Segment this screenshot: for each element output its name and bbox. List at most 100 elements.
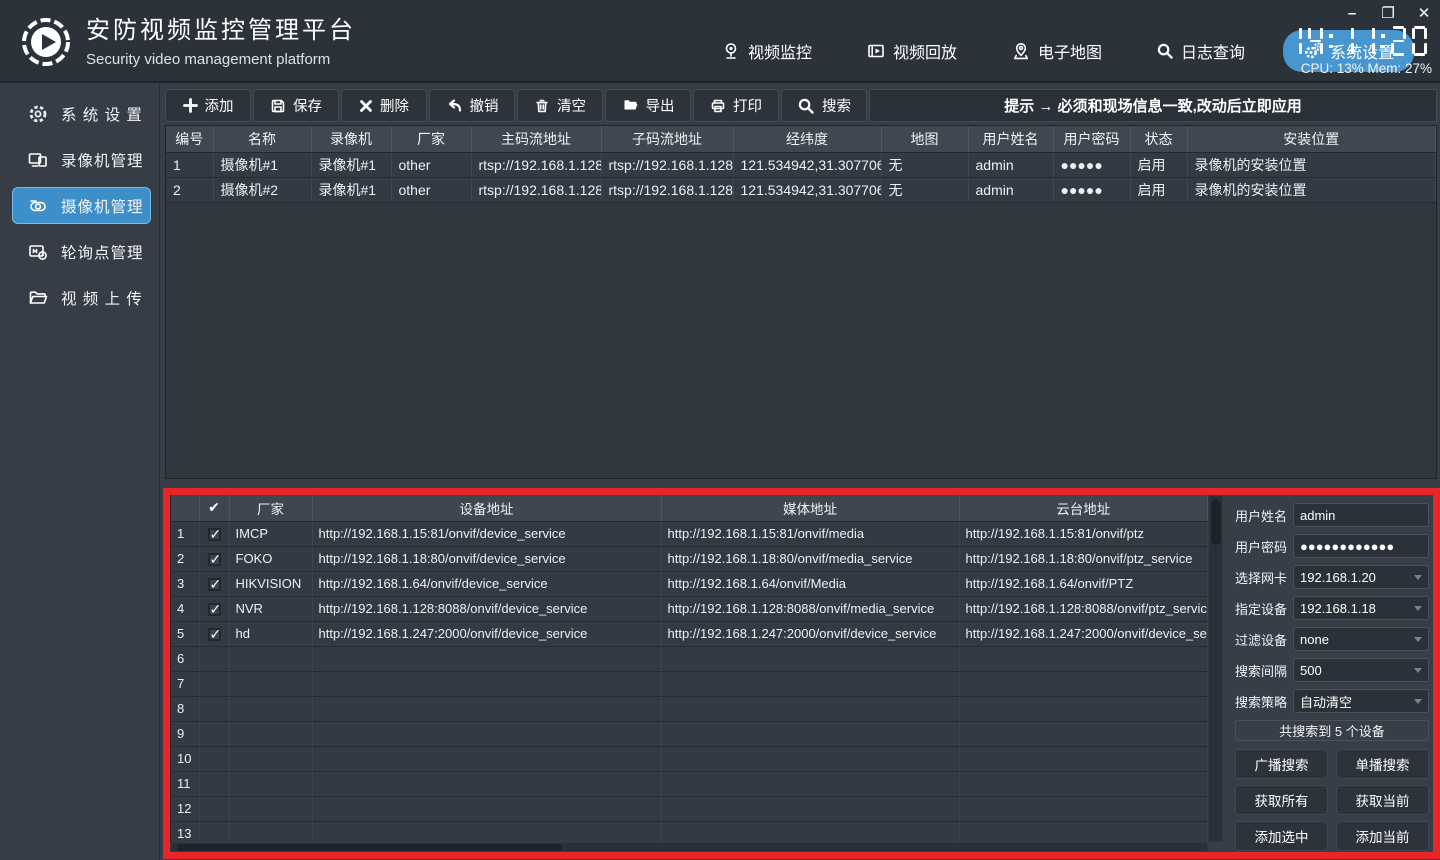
media-cell[interactable]: http://192.168.1.15:81/onvif/media: [661, 521, 959, 546]
nav-item-log-query[interactable]: 日志查询: [1140, 31, 1261, 71]
camera-table-cell[interactable]: ●●●●●: [1053, 152, 1130, 177]
device-cell[interactable]: [312, 671, 661, 696]
camera-table-cell[interactable]: 121.534942,31.307706: [733, 152, 881, 177]
camera-table-cell[interactable]: 无: [881, 177, 968, 202]
select-all-header[interactable]: ✔: [199, 495, 229, 521]
broadcast-search-button[interactable]: 广播搜索: [1235, 749, 1328, 779]
camera-table-cell[interactable]: 摄像机#2: [213, 177, 311, 202]
device-cell[interactable]: [312, 796, 661, 821]
camera-table-cell[interactable]: 1: [166, 152, 213, 177]
ptz-cell[interactable]: [959, 821, 1208, 842]
device-cell[interactable]: [312, 721, 661, 746]
close-button[interactable]: ✕: [1414, 4, 1434, 22]
camera-table-cell[interactable]: other: [391, 177, 471, 202]
row-checkbox-cell[interactable]: ✓: [199, 571, 229, 596]
checkbox-checked[interactable]: ✓: [208, 603, 221, 616]
camera-table-cell[interactable]: rtsp://192.168.1.128:5: [471, 152, 601, 177]
camera-table-cell[interactable]: rtsp://192.168.1.128:5: [601, 177, 733, 202]
search-table-row[interactable]: 8: [171, 696, 1208, 721]
vendor-cell[interactable]: HIKVISION: [229, 571, 312, 596]
ptz-cell[interactable]: [959, 646, 1208, 671]
camera-table-row[interactable]: 1摄像机#1录像机#1otherrtsp://192.168.1.128:5rt…: [166, 152, 1436, 177]
row-checkbox-cell[interactable]: ✓: [199, 546, 229, 571]
camera-table-cell[interactable]: 录像机的安装位置: [1187, 152, 1436, 177]
sidebar-item-polling-management[interactable]: 轮询点管理: [12, 233, 151, 270]
vendor-cell[interactable]: [229, 771, 312, 796]
get-all-button[interactable]: 获取所有: [1235, 785, 1328, 815]
search-table-row[interactable]: 1✓IMCPhttp://192.168.1.15:81/onvif/devic…: [171, 521, 1208, 546]
ptz-cell[interactable]: http://192.168.1.15:81/onvif/ptz: [959, 521, 1208, 546]
save-button[interactable]: 保存: [253, 89, 339, 122]
camera-table-cell[interactable]: 摄像机#1: [213, 152, 311, 177]
vendor-cell[interactable]: hd: [229, 621, 312, 646]
search-table-row[interactable]: 4✓NVRhttp://192.168.1.128:8088/onvif/dev…: [171, 596, 1208, 621]
camera-table-cell[interactable]: rtsp://192.168.1.128:5: [471, 177, 601, 202]
device-cell[interactable]: http://192.168.1.64/onvif/device_service: [312, 571, 661, 596]
vendor-cell[interactable]: [229, 796, 312, 821]
nav-item-video-playback[interactable]: 视频回放: [850, 31, 973, 71]
password-input[interactable]: [1293, 534, 1429, 558]
ptz-cell[interactable]: http://192.168.1.128:8088/onvif/ptz_serv…: [959, 596, 1208, 621]
filter-select[interactable]: none: [1293, 627, 1429, 651]
delete-button[interactable]: 删除: [341, 89, 427, 122]
media-cell[interactable]: http://192.168.1.18:80/onvif/media_servi…: [661, 546, 959, 571]
undo-button[interactable]: 撤销: [429, 89, 515, 122]
search-table-row[interactable]: 5✓hdhttp://192.168.1.247:2000/onvif/devi…: [171, 621, 1208, 646]
row-checkbox-cell[interactable]: ✓: [199, 596, 229, 621]
vendor-cell[interactable]: [229, 721, 312, 746]
ptz-cell[interactable]: http://192.168.1.18:80/onvif/ptz_service: [959, 546, 1208, 571]
strategy-select[interactable]: 自动清空: [1293, 689, 1429, 713]
sidebar-item-video-upload[interactable]: 视 频 上 传: [12, 279, 151, 316]
device-cell[interactable]: [312, 771, 661, 796]
ptz-cell[interactable]: http://192.168.1.64/onvif/PTZ: [959, 571, 1208, 596]
sidebar-item-system-settings[interactable]: 系 统 设 置: [12, 95, 151, 132]
vendor-cell[interactable]: [229, 671, 312, 696]
device-cell[interactable]: http://192.168.1.128:8088/onvif/device_s…: [312, 596, 661, 621]
media-cell[interactable]: http://192.168.1.128:8088/onvif/media_se…: [661, 596, 959, 621]
search-table-row[interactable]: 11: [171, 771, 1208, 796]
ptz-cell[interactable]: [959, 696, 1208, 721]
vertical-scrollbar-thumb[interactable]: [1211, 499, 1221, 545]
camera-table-cell[interactable]: 录像机#1: [311, 152, 391, 177]
media-cell[interactable]: [661, 646, 959, 671]
interval-select[interactable]: 500: [1293, 658, 1429, 682]
checkbox-checked[interactable]: ✓: [208, 578, 221, 591]
camera-table-cell[interactable]: 121.534942,31.307706: [733, 177, 881, 202]
device-cell[interactable]: [312, 821, 661, 842]
sidebar-item-camera-management[interactable]: 摄像机管理: [12, 187, 151, 224]
camera-table-cell[interactable]: 启用: [1130, 152, 1187, 177]
checkbox-checked[interactable]: ✓: [208, 628, 221, 641]
restore-button[interactable]: ❐: [1378, 4, 1398, 22]
row-checkbox-cell[interactable]: [199, 796, 229, 821]
ptz-cell[interactable]: [959, 771, 1208, 796]
nic-select[interactable]: 192.168.1.20: [1293, 565, 1429, 589]
ptz-cell[interactable]: [959, 721, 1208, 746]
search-table-row[interactable]: 2✓FOKOhttp://192.168.1.18:80/onvif/devic…: [171, 546, 1208, 571]
media-cell[interactable]: http://192.168.1.64/onvif/Media: [661, 571, 959, 596]
device-cell[interactable]: [312, 696, 661, 721]
camera-table-cell[interactable]: ●●●●●: [1053, 177, 1130, 202]
device-select[interactable]: 192.168.1.18: [1293, 596, 1429, 620]
media-cell[interactable]: [661, 771, 959, 796]
row-checkbox-cell[interactable]: [199, 646, 229, 671]
media-cell[interactable]: [661, 721, 959, 746]
nav-item-e-map[interactable]: 电子地图: [995, 31, 1118, 71]
media-cell[interactable]: [661, 796, 959, 821]
vendor-cell[interactable]: [229, 746, 312, 771]
device-cell[interactable]: [312, 746, 661, 771]
search-table-row[interactable]: 9: [171, 721, 1208, 746]
row-checkbox-cell[interactable]: [199, 721, 229, 746]
search-table-row[interactable]: 7: [171, 671, 1208, 696]
camera-table-cell[interactable]: 启用: [1130, 177, 1187, 202]
username-input[interactable]: [1293, 503, 1429, 527]
horizontal-scrollbar-thumb[interactable]: [177, 844, 562, 851]
row-checkbox-cell[interactable]: [199, 771, 229, 796]
search-table-row[interactable]: 6: [171, 646, 1208, 671]
vertical-scrollbar[interactable]: [1208, 495, 1223, 842]
vendor-cell[interactable]: [229, 696, 312, 721]
row-checkbox-cell[interactable]: [199, 746, 229, 771]
search-button[interactable]: 搜索: [781, 89, 867, 122]
ptz-cell[interactable]: [959, 671, 1208, 696]
device-cell[interactable]: http://192.168.1.15:81/onvif/device_serv…: [312, 521, 661, 546]
search-table-row[interactable]: 13: [171, 821, 1208, 842]
